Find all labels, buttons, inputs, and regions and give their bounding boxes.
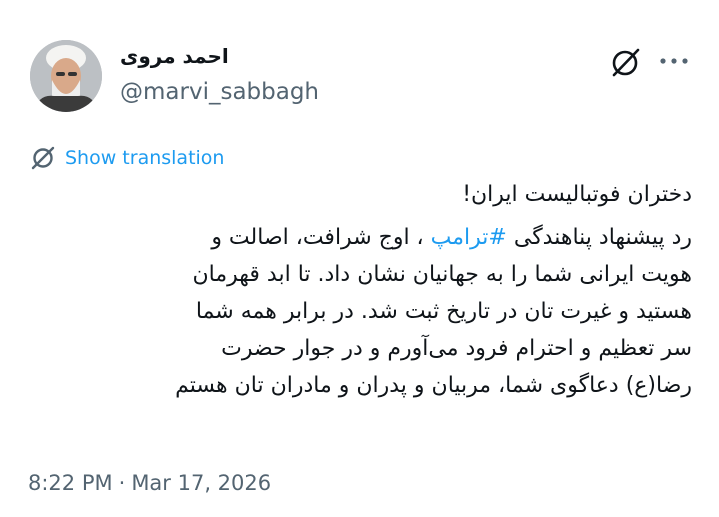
- tweet-time-link[interactable]: 8:22 PM: [28, 471, 113, 495]
- tweet-date-link[interactable]: Mar 17, 2026: [131, 471, 271, 495]
- translate-icon: [30, 145, 56, 171]
- tweet-text-segment: رد پیشنهاد پناهندگی: [506, 225, 692, 250]
- tweet-text-line: هستید و غیرت تان در تاریخ ثبت شد. در برا…: [195, 299, 692, 324]
- tweet-text-segment: ، اوج شرافت، اصالت و: [211, 225, 431, 250]
- tweet-timestamp: 8:22 PM · Mar 17, 2026: [28, 471, 271, 495]
- grok-slash-icon[interactable]: [608, 46, 642, 80]
- timestamp-separator: ·: [118, 471, 126, 495]
- more-dots-icon[interactable]: [657, 48, 691, 74]
- tweet-text-line: دختران فوتبالیست ایران!: [462, 182, 692, 207]
- avatar-portrait: [30, 40, 102, 112]
- avatar[interactable]: [30, 40, 102, 112]
- tweet-text-line: هویت ایرانی شما را به جهانیان نشان داد. …: [192, 262, 692, 287]
- tweet-text-line: رد پیشنهاد پناهندگی #ترامپ ، اوج شرافت، …: [28, 219, 692, 256]
- tweet-text-line: سر تعظیم و احترام فرود می‌آورم و در جوار…: [221, 336, 692, 361]
- tweet-text-line: رضا(ع) دعاگوی شما، مربیان و پدران و مادر…: [175, 373, 692, 398]
- tweet-text: دختران فوتبالیست ایران! رد پیشنهاد پناهن…: [28, 176, 692, 404]
- tweet-card: احمد مروی @marvi_sabbagh Show translatio…: [0, 0, 719, 517]
- author-handle[interactable]: @marvi_sabbagh: [120, 79, 319, 105]
- hashtag-link[interactable]: #ترامپ: [431, 225, 507, 250]
- show-translation-link[interactable]: Show translation: [30, 143, 224, 173]
- author-display-name[interactable]: احمد مروی: [120, 44, 229, 68]
- show-translation-label: Show translation: [65, 147, 225, 169]
